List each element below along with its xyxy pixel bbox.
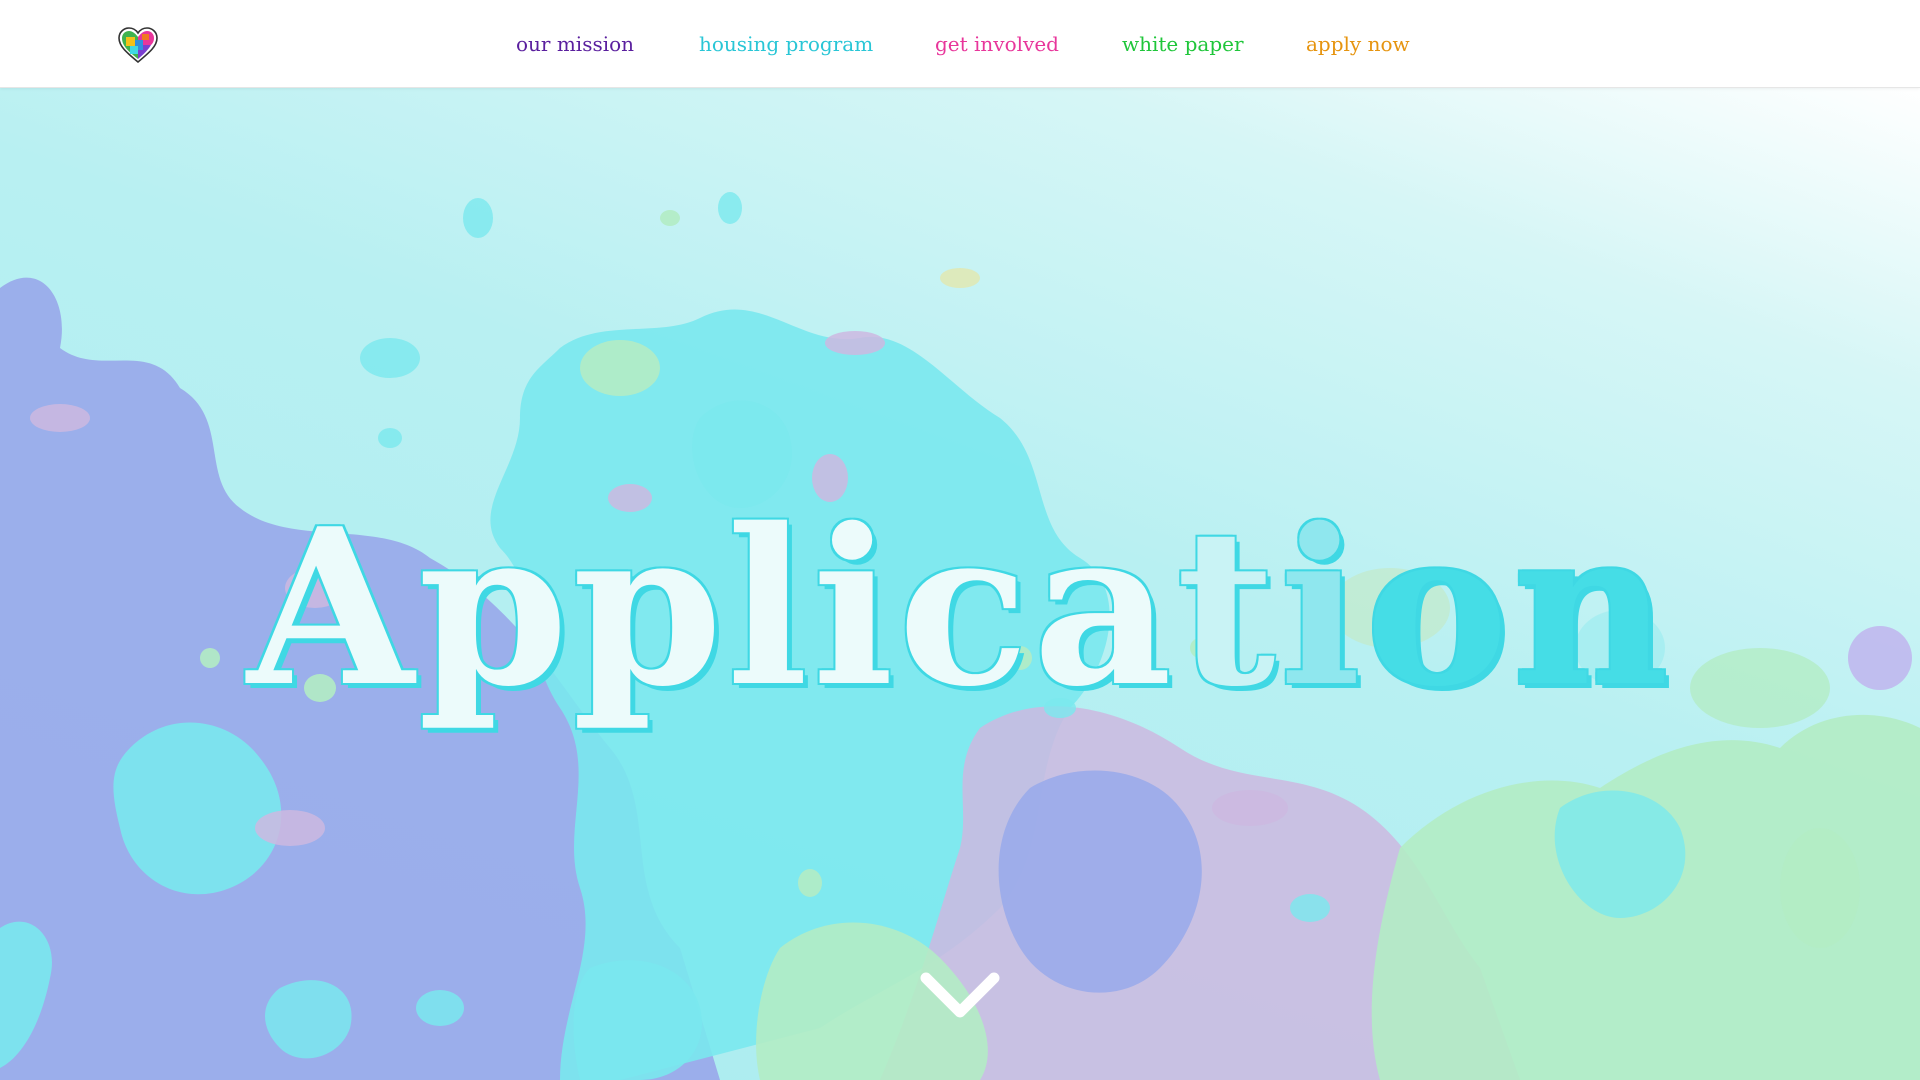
page-title-part: i <box>1279 481 1366 734</box>
site-header: our mission housing program get involved… <box>0 0 1920 88</box>
nav-get-involved[interactable]: get involved <box>935 31 1059 57</box>
chevron-down-icon[interactable] <box>918 968 1002 1024</box>
page-title-part: Applica <box>247 481 1177 734</box>
nav-housing-program[interactable]: housing program <box>699 31 873 57</box>
page-title-part: t <box>1176 481 1280 734</box>
heart-logo-icon[interactable] <box>116 26 160 64</box>
hero-section: Application <box>0 88 1920 1080</box>
page-title: Application <box>0 488 1920 728</box>
nav-our-mission[interactable]: our mission <box>516 31 634 57</box>
page-title-part: on <box>1365 481 1673 734</box>
nav-apply-now[interactable]: apply now <box>1306 31 1410 57</box>
main-nav: our mission housing program get involved… <box>0 0 1920 87</box>
nav-white-paper[interactable]: white paper <box>1122 31 1244 57</box>
